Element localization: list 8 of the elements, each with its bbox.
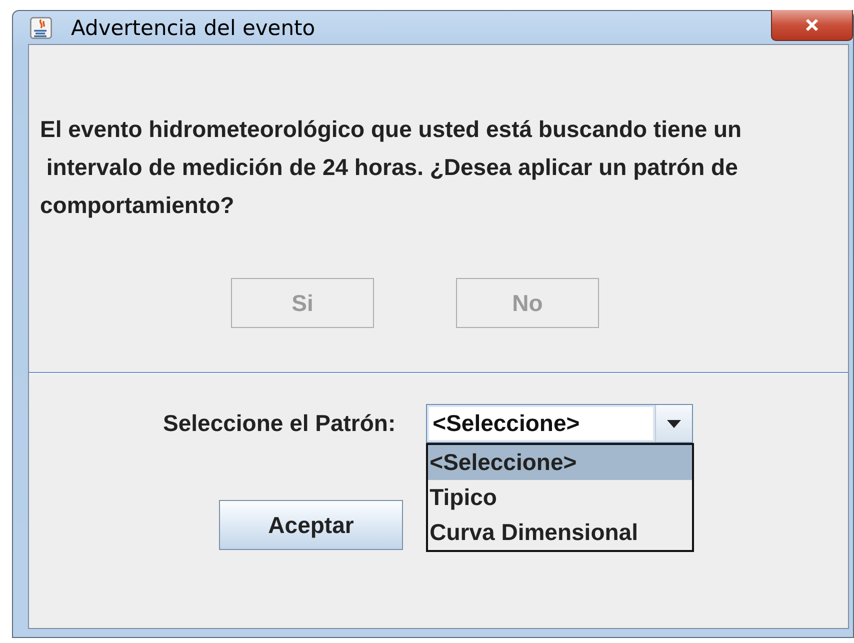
window-title: Advertencia del evento — [71, 16, 316, 40]
dropdown-option[interactable]: Tipico — [428, 480, 692, 515]
dropdown-option[interactable]: Curva Dimensional — [428, 515, 692, 550]
warning-message: El evento hidrometeorológico que usted está buscando tiene un intervalo de medición de 24 horas. ¿Desea aplicar un patrón de comportamiento? — [40, 115, 743, 220]
accept-button[interactable]: Aceptar — [219, 500, 403, 550]
pattern-label: Seleccione el Patrón: — [163, 410, 396, 437]
dropdown-option[interactable]: <Seleccione> — [428, 445, 692, 480]
pattern-dropdown[interactable]: <Seleccione> — [426, 404, 693, 443]
